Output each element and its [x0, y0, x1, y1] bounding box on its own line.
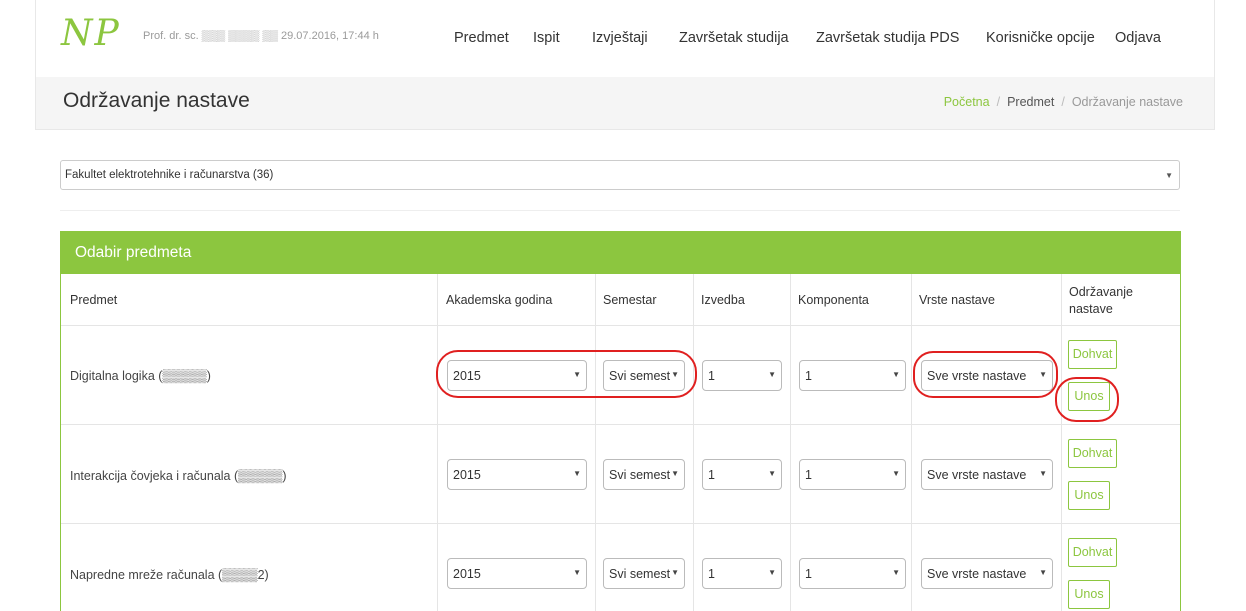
page-title: Održavanje nastave: [63, 89, 250, 112]
dohvat-button[interactable]: Dohvat: [1068, 340, 1117, 369]
izvedba-select-value: 1: [708, 567, 715, 581]
chevron-down-icon: ▼: [1039, 469, 1047, 478]
semester-select-value: Svi semest: [609, 567, 671, 581]
vrste-nastave-select[interactable]: Sve vrste nastave ▼: [921, 360, 1053, 391]
chevron-down-icon: ▼: [1039, 370, 1047, 379]
unos-button[interactable]: Unos: [1068, 382, 1110, 411]
izvedba-select[interactable]: 1 ▼: [702, 360, 782, 391]
izvedba-select-value: 1: [708, 369, 715, 383]
chevron-down-icon: ▼: [573, 469, 581, 478]
nav-item-zavrsetak-studija-pds[interactable]: Završetak studija PDS: [816, 30, 959, 46]
year-select-value: 2015: [453, 369, 481, 383]
izvedba-select[interactable]: 1 ▼: [702, 558, 782, 589]
komponenta-select-value: 1: [805, 468, 812, 482]
page-header: Održavanje nastave Početna / Predmet / Održa…: [35, 77, 1215, 130]
nav-item-predmet[interactable]: Predmet: [454, 30, 509, 46]
komponenta-select[interactable]: 1 ▼: [799, 558, 906, 589]
komponenta-select[interactable]: 1 ▼: [799, 459, 906, 490]
year-select[interactable]: 2015 ▼: [447, 558, 587, 589]
breadcrumb: Početna / Predmet / Održavanje nastave: [944, 95, 1183, 109]
nav-item-izvjestaji[interactable]: Izvještaji: [592, 30, 648, 46]
subject-name: Digitalna logika (▒▒▒▒▒): [70, 369, 211, 383]
year-select-value: 2015: [453, 567, 481, 581]
faculty-select[interactable]: Fakultet elektrotehnike i računarstva (3…: [60, 160, 1180, 190]
semester-select-value: Svi semest: [609, 468, 671, 482]
year-select[interactable]: 2015 ▼: [447, 360, 587, 391]
panel-title: Odabir predmeta: [75, 244, 192, 261]
chevron-down-icon: ▼: [768, 469, 776, 478]
chevron-down-icon: ▼: [573, 568, 581, 577]
year-select-value: 2015: [453, 468, 481, 482]
semester-select-value: Svi semest: [609, 369, 671, 383]
column-header-komponenta: Komponenta: [798, 293, 869, 307]
faculty-select-value: Fakultet elektrotehnike i računarstva (3…: [65, 169, 274, 181]
vrste-nastave-select[interactable]: Sve vrste nastave ▼: [921, 459, 1053, 490]
nav-item-ispit[interactable]: Ispit: [533, 30, 560, 46]
unos-button[interactable]: Unos: [1068, 481, 1110, 510]
dohvat-button[interactable]: Dohvat: [1068, 439, 1117, 468]
chevron-down-icon: ▼: [671, 568, 679, 577]
app-logo[interactable]: NP: [61, 14, 121, 54]
semester-select[interactable]: Svi semest ▼: [603, 459, 685, 490]
unos-button[interactable]: Unos: [1068, 580, 1110, 609]
chevron-down-icon: ▼: [1039, 568, 1047, 577]
nav-item-zavrsetak-studija[interactable]: Završetak studija: [679, 30, 789, 46]
chevron-down-icon: ▼: [768, 370, 776, 379]
subject-name: Interakcija čovjeka i računala (▒▒▒▒▒): [70, 469, 287, 483]
breadcrumb-separator: /: [996, 95, 1001, 109]
chevron-down-icon: ▼: [892, 370, 900, 379]
komponenta-select-value: 1: [805, 567, 812, 581]
panel-heading: Odabir predmeta: [60, 231, 1181, 274]
chevron-down-icon: ▼: [573, 370, 581, 379]
chevron-down-icon: ▼: [671, 370, 679, 379]
nav-item-odjava[interactable]: Odjava: [1115, 30, 1161, 46]
izvedba-select[interactable]: 1 ▼: [702, 459, 782, 490]
semester-select[interactable]: Svi semest ▼: [603, 360, 685, 391]
komponenta-select-value: 1: [805, 369, 812, 383]
izvedba-select-value: 1: [708, 468, 715, 482]
column-header-akademska-godina: Akademska godina: [446, 293, 553, 307]
breadcrumb-predmet[interactable]: Predmet: [1007, 95, 1054, 109]
chevron-down-icon: ▼: [892, 568, 900, 577]
dohvat-button[interactable]: Dohvat: [1068, 538, 1117, 567]
user-info: Prof. dr. sc. ▒▒▒ ▒▒▒▒ ▒▒ 29.07.2016, 17…: [143, 30, 379, 42]
vrste-nastave-select-value: Sve vrste nastave: [927, 567, 1027, 581]
row-divider: [61, 424, 1180, 425]
breadcrumb-home[interactable]: Početna: [944, 95, 990, 109]
semester-select[interactable]: Svi semest ▼: [603, 558, 685, 589]
nav-item-korisnicke-opcije[interactable]: Korisničke opcije: [986, 30, 1095, 46]
column-header-semestar: Semestar: [603, 293, 657, 307]
breadcrumb-separator: /: [1061, 95, 1065, 109]
breadcrumb-current: Održavanje nastave: [1071, 95, 1183, 109]
chevron-down-icon: ▼: [892, 469, 900, 478]
row-divider: [61, 325, 1180, 326]
column-header-izvedba: Izvedba: [701, 293, 745, 307]
vrste-nastave-select-value: Sve vrste nastave: [927, 369, 1027, 383]
subject-name: Napredne mreže računala (▒▒▒▒2): [70, 568, 269, 582]
column-header-predmet: Predmet: [70, 293, 118, 307]
komponenta-select[interactable]: 1 ▼: [799, 360, 906, 391]
chevron-down-icon: ▼: [768, 568, 776, 577]
top-navbar: NP Prof. dr. sc. ▒▒▒ ▒▒▒▒ ▒▒ 29.07.2016,…: [35, 0, 1215, 78]
vrste-nastave-select-value: Sve vrste nastave: [927, 468, 1027, 482]
chevron-down-icon: ▼: [671, 469, 679, 478]
subjects-table: Predmet Akademska godina Semestar Izvedb…: [60, 274, 1181, 611]
chevron-down-icon: ▼: [1165, 171, 1173, 180]
divider: [60, 210, 1180, 211]
row-divider: [61, 523, 1180, 524]
year-select[interactable]: 2015 ▼: [447, 459, 587, 490]
column-header-odrzavanje-nastave: Održavanje nastave: [1069, 285, 1133, 316]
column-header-vrste-nastave: Vrste nastave: [919, 293, 995, 307]
vrste-nastave-select[interactable]: Sve vrste nastave ▼: [921, 558, 1053, 589]
